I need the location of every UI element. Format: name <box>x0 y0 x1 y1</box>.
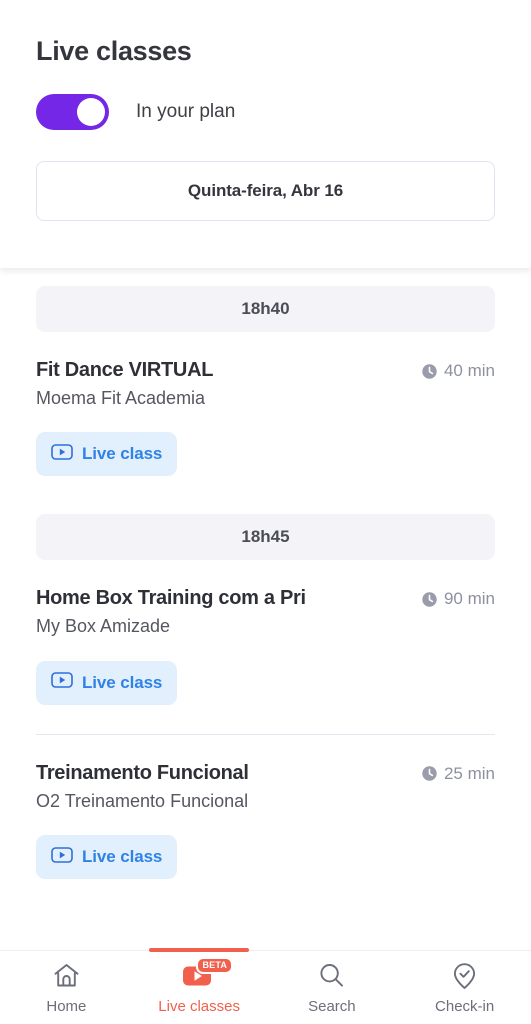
class-header-row: Home Box Training com a Pri My Box Amiza… <box>36 586 495 638</box>
search-icon <box>317 961 346 991</box>
nav-item-search[interactable]: Search <box>266 951 399 1024</box>
class-studio: O2 Treinamento Funcional <box>36 790 249 811</box>
class-list-item[interactable]: Fit Dance VIRTUAL Moema Fit Academia 40 … <box>36 332 495 477</box>
duration-text: 40 min <box>443 361 495 380</box>
date-selector-button[interactable]: Quinta-feira, Abr 16 <box>36 161 495 221</box>
clock-icon <box>421 765 438 782</box>
live-class-badge[interactable]: Live class <box>36 432 178 477</box>
live-class-badge[interactable]: Live class <box>36 660 178 705</box>
in-your-plan-label: In your plan <box>136 101 236 122</box>
nav-item-live-classes[interactable]: BETA Live classes <box>133 948 266 1024</box>
nav-label-search: Search <box>308 997 356 1015</box>
map-pin-check-icon <box>450 961 479 991</box>
class-studio: My Box Amizade <box>36 616 171 637</box>
class-title: Treinamento Funcional <box>36 761 249 784</box>
home-icon <box>52 961 81 991</box>
play-video-icon <box>51 846 73 868</box>
in-your-plan-filter-row: In your plan <box>36 94 495 130</box>
class-list-item[interactable]: Home Box Training com a Pri My Box Amiza… <box>36 560 495 705</box>
class-title: Fit Dance VIRTUAL <box>36 359 214 381</box>
play-video-icon <box>51 444 73 465</box>
live-class-badge[interactable]: Live class <box>36 835 178 880</box>
class-list-item[interactable]: Treinamento Funcional O2 Treinamento Fun… <box>36 735 495 880</box>
play-video-icon <box>51 672 73 693</box>
class-header-row: Treinamento Funcional O2 Treinamento Fun… <box>36 761 495 813</box>
class-duration: 25 min <box>421 761 495 784</box>
active-tab-indicator <box>149 948 250 952</box>
nav-label-check-in: Check-in <box>435 997 495 1015</box>
time-group-header: 18h40 <box>36 286 495 332</box>
play-video-icon: BETA <box>182 956 234 991</box>
live-class-badge-label: Live class <box>82 847 163 867</box>
in-your-plan-toggle[interactable] <box>36 94 109 130</box>
clock-icon <box>421 591 438 608</box>
nav-label-live-classes: Live classes <box>158 997 240 1015</box>
toggle-knob <box>77 98 105 126</box>
class-duration: 90 min <box>421 586 495 609</box>
live-class-badge-label: Live class <box>82 672 163 692</box>
page-header: Live classes In your plan Quinta-feira, … <box>0 0 531 268</box>
nav-item-home[interactable]: Home <box>0 951 133 1024</box>
live-class-badge-label: Live class <box>82 444 163 464</box>
class-list[interactable]: 18h40 Fit Dance VIRTUAL Moema Fit Academ… <box>0 268 531 950</box>
class-duration: 40 min <box>421 358 495 381</box>
bottom-navigation-bar: Home BETA Live classes Search Check-in <box>0 948 531 1024</box>
page-title: Live classes <box>36 36 192 66</box>
nav-label-home: Home <box>46 997 87 1015</box>
time-group-header: 18h45 <box>36 514 495 561</box>
clock-icon <box>421 363 438 380</box>
duration-text: 90 min <box>443 589 495 609</box>
duration-text: 25 min <box>443 763 495 783</box>
nav-item-check-in[interactable]: Check-in <box>398 951 531 1024</box>
class-studio: Moema Fit Academia <box>36 388 206 408</box>
beta-badge: BETA <box>196 956 234 974</box>
class-header-row: Fit Dance VIRTUAL Moema Fit Academia 40 … <box>36 358 495 410</box>
class-title: Home Box Training com a Pri <box>36 587 306 610</box>
